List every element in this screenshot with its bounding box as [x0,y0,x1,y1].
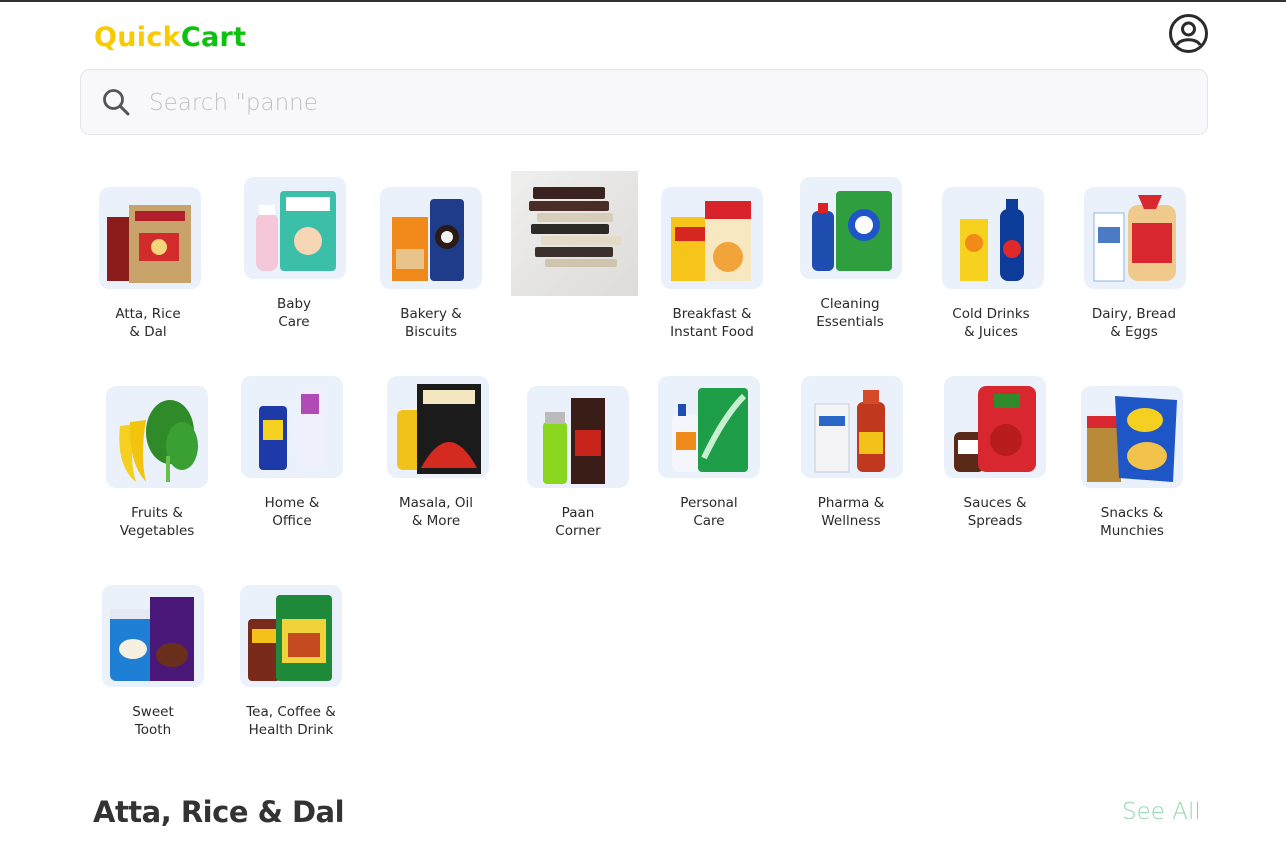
category-image [387,376,489,478]
category-label: Tea, Coffee & Health Drink [246,704,336,738]
category-image [800,177,902,279]
category-label: Paan Corner [555,505,601,539]
category-image [99,187,201,289]
search-icon [103,89,130,116]
category-label: Fruits & Vegetables [119,505,195,539]
see-all-link[interactable]: See All [1122,799,1201,825]
category-label: Home & Office [264,495,320,529]
category-image [380,187,482,289]
category-label: Pharma & Wellness [817,495,885,529]
category-image [240,585,342,687]
section-title: Atta, Rice & Dal [93,795,345,829]
category-label: Atta, Rice & Dal [115,306,181,340]
category-label: Sauces & Spreads [963,495,1027,529]
app-logo[interactable]: QuickCart [94,22,246,53]
category-label: Cold Drinks & Juices [952,306,1030,340]
top-border [0,0,1286,2]
category-label: Cleaning Essentials [816,296,884,330]
search-bar[interactable] [80,69,1208,135]
category-label: Dairy, Bread & Eggs [1091,306,1177,340]
category-label: Snacks & Munchies [1100,505,1164,539]
logo-cart: Cart [180,22,247,53]
category-label: Sweet Tooth [132,704,174,738]
category-label: Personal Care [680,495,738,529]
category-image [1084,187,1186,289]
category-image [658,376,760,478]
category-image [1081,386,1183,488]
category-image [942,187,1044,289]
category-image [527,386,629,488]
books-image[interactable] [511,171,638,296]
category-label: Breakfast & Instant Food [670,306,754,340]
search-input[interactable] [149,82,1189,124]
category-image [801,376,903,478]
category-image [661,187,763,289]
category-image [106,386,208,488]
logo-quick: Quick [94,22,181,53]
profile-button[interactable] [1168,13,1209,54]
category-image [244,177,346,279]
category-label: Bakery & Biscuits [400,306,462,340]
category-image [241,376,343,478]
category-label: Masala, Oil & More [399,495,473,529]
category-label: Baby Care [276,296,312,330]
user-circle-icon [1169,14,1208,53]
category-image [102,585,204,687]
category-image [944,376,1046,478]
